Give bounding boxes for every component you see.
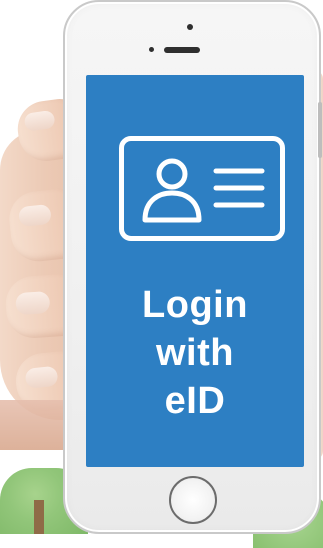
wrist (0, 400, 70, 450)
phone-screen: Login with eID (86, 75, 304, 467)
login-line-3: eID (164, 380, 226, 422)
side-button (318, 102, 322, 158)
login-line-1: Login (142, 284, 248, 326)
tree-trunk (34, 500, 44, 534)
login-with-eid-text: Login with eID (86, 281, 304, 425)
login-line-2: with (156, 332, 234, 374)
earpiece (164, 47, 200, 53)
proximity-sensor (149, 47, 154, 52)
phone: Login with eID (63, 0, 322, 534)
home-button[interactable] (169, 476, 217, 524)
front-camera (187, 24, 193, 30)
id-card-icon (119, 136, 285, 241)
